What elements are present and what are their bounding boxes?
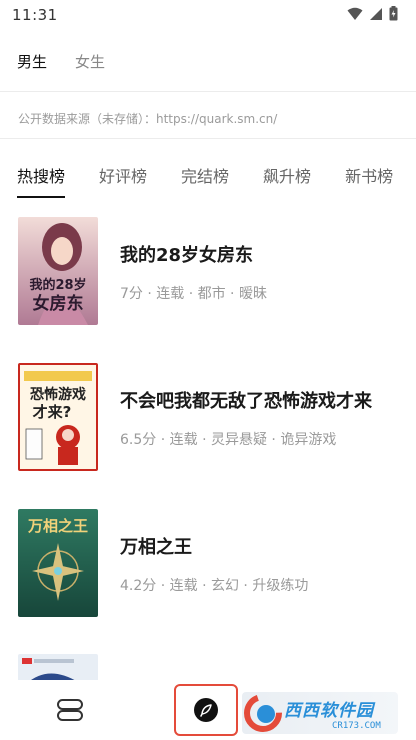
book-item[interactable]: 恐怖游戏 才来? 不会吧我都无敌了恐怖游戏才来 6.5分 · 连载 · 灵异悬疑…	[0, 363, 416, 473]
tab-rising[interactable]: 飙升榜	[263, 150, 311, 200]
book-cover[interactable]: 万相之王	[18, 509, 98, 617]
wifi-icon	[347, 6, 363, 25]
book-title[interactable]: 万相之王	[120, 533, 192, 559]
watermark-sub: CR173.COM	[332, 720, 381, 731]
rank-tabs: 热搜榜 好评榜 完结榜 飙升榜 新书榜	[0, 150, 416, 200]
discover-icon	[194, 698, 218, 722]
svg-text:女房东: 女房东	[33, 293, 84, 314]
gender-tabs: 男生 女生	[0, 40, 416, 82]
signal-icon	[369, 6, 383, 25]
battery-icon	[389, 5, 398, 25]
book-meta: 6.5分 · 连载 · 灵异悬疑 · 诡异游戏	[120, 432, 337, 448]
book-cover[interactable]: 恐怖游戏 才来?	[18, 363, 98, 471]
book-item[interactable]: 万相之王 万相之王 4.2分 · 连载 · 玄幻 · 升级练功	[0, 509, 416, 619]
svg-text:恐怖游戏: 恐怖游戏	[30, 386, 86, 403]
watermark: 西西软件园 CR173.COM	[242, 692, 398, 734]
discover-button[interactable]	[174, 684, 238, 736]
status-bar: 11:31	[0, 0, 416, 30]
book-cover[interactable]: 我的28岁 女房东	[18, 217, 98, 325]
status-time: 11:31	[12, 6, 58, 24]
watermark-main: 西西软件园	[284, 700, 374, 721]
tab-new-books[interactable]: 新书榜	[345, 150, 393, 200]
tab-female[interactable]: 女生	[75, 51, 105, 72]
book-title[interactable]: 我的28岁女房东	[120, 241, 253, 267]
status-icons	[347, 5, 398, 25]
divider	[0, 138, 416, 139]
watermark-logo-icon	[244, 694, 282, 732]
menu-icon[interactable]	[55, 698, 85, 722]
svg-text:才来?: 才来?	[33, 403, 72, 421]
tab-male[interactable]: 男生	[17, 51, 47, 72]
book-title[interactable]: 不会吧我都无敌了恐怖游戏才来	[120, 387, 372, 413]
source-note: 公开数据来源（未存储）：https://quark.sm.cn/	[18, 112, 278, 126]
svg-text:万相之王: 万相之王	[27, 517, 88, 535]
svg-text:我的28岁: 我的28岁	[29, 277, 86, 293]
bottom-nav: 西西软件园 CR173.COM	[0, 680, 416, 740]
watermark-text: 西西软件园 CR173.COM	[284, 696, 381, 731]
divider	[0, 91, 416, 92]
tab-good-reviews[interactable]: 好评榜	[99, 150, 147, 200]
tab-completed[interactable]: 完结榜	[181, 150, 229, 200]
tab-hot-search[interactable]: 热搜榜	[17, 150, 66, 200]
book-meta: 7分 · 连载 · 都市 · 暧昧	[120, 286, 267, 302]
book-item[interactable]: 我的28岁 女房东 我的28岁女房东 7分 · 连载 · 都市 · 暧昧	[0, 217, 416, 327]
book-meta: 4.2分 · 连载 · 玄幻 · 升级练功	[120, 578, 309, 594]
